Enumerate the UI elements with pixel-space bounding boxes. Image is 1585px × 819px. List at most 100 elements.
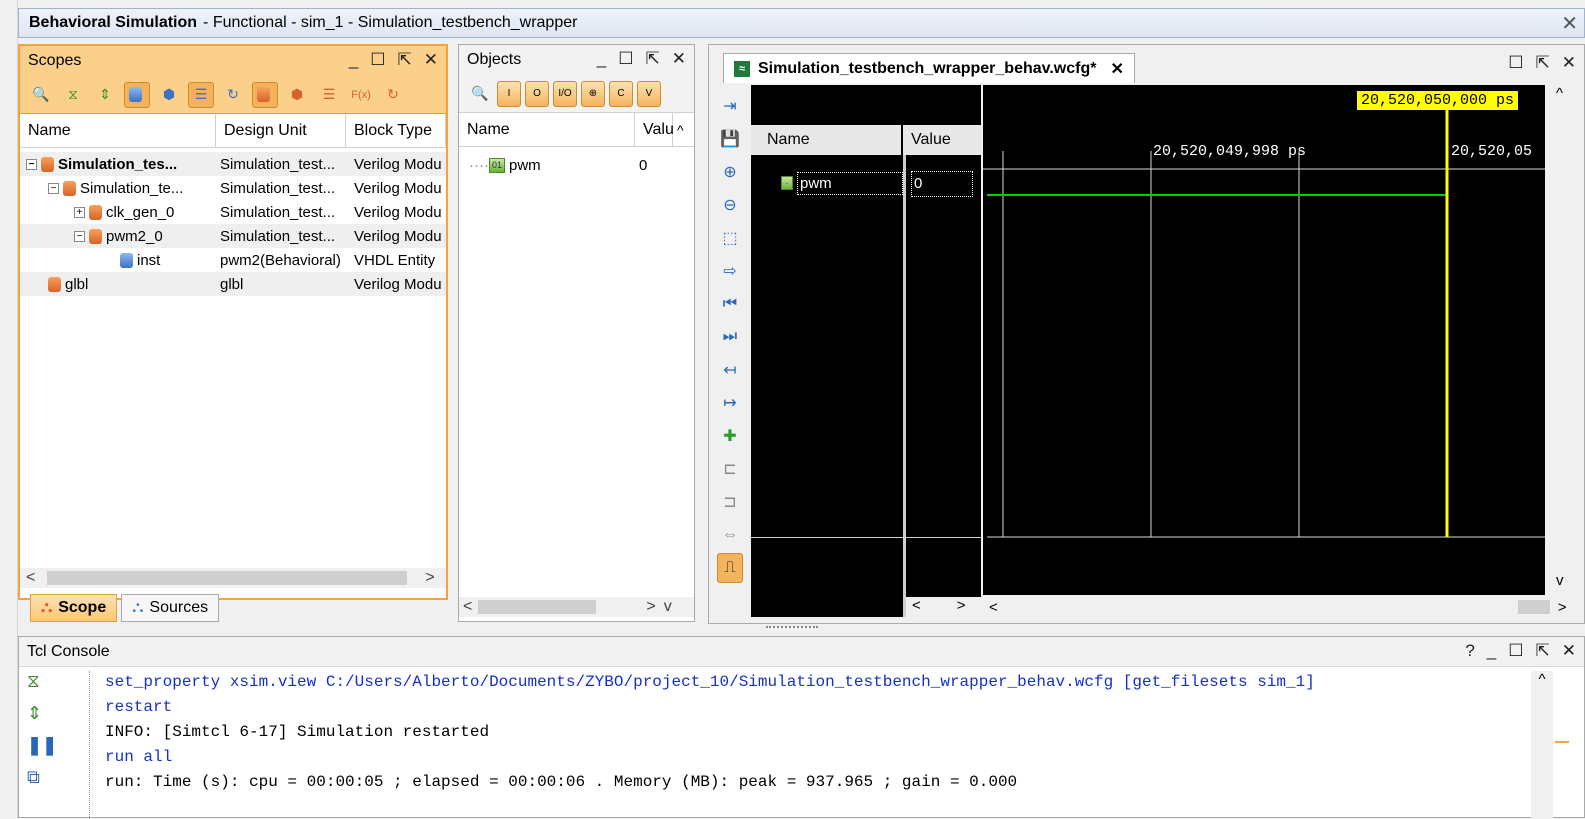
- scroll-left-icon[interactable]: <: [26, 569, 35, 587]
- variable-filter-icon[interactable]: V: [637, 80, 661, 107]
- col-value[interactable]: Valu: [635, 113, 674, 146]
- zoom-fit-icon[interactable]: ⬚: [717, 223, 743, 253]
- scroll-right-icon[interactable]: >: [425, 569, 434, 587]
- scroll-right-icon[interactable]: >: [646, 598, 655, 616]
- scroll-up-icon[interactable]: ^: [1556, 85, 1584, 102]
- tree-row[interactable]: − Simulation_te... Simulation_test... Ver…: [20, 176, 446, 200]
- waveform-vscrollbar[interactable]: ^ v: [1546, 85, 1584, 597]
- collapse-icon[interactable]: −: [26, 159, 37, 171]
- tree-row[interactable]: − Simulation_tes... Simulation_test... Ve…: [20, 152, 446, 176]
- minimize-icon[interactable]: _: [597, 49, 606, 69]
- expand-all-icon[interactable]: ⇕: [92, 82, 118, 108]
- close-icon[interactable]: ✕: [1561, 11, 1578, 36]
- verilog-block-filter-icon[interactable]: ☰: [316, 82, 342, 108]
- maximize-icon[interactable]: ☐: [1508, 641, 1523, 661]
- search-icon[interactable]: 🔍: [467, 81, 493, 107]
- float-icon[interactable]: ⇱: [1536, 641, 1550, 661]
- close-icon[interactable]: ✕: [1110, 59, 1123, 79]
- objects-hscrollbar[interactable]: < > v: [459, 597, 694, 617]
- float-icon[interactable]: ⇱: [646, 49, 660, 69]
- tree-row[interactable]: glbl glbl Verilog Modu: [20, 272, 446, 296]
- swap-cursors-icon[interactable]: ⇔: [717, 520, 743, 550]
- scroll-right-icon[interactable]: >: [957, 597, 966, 617]
- maximize-icon[interactable]: ☐: [618, 49, 633, 69]
- col-name[interactable]: Name: [20, 114, 216, 147]
- previous-marker-icon[interactable]: ⊏: [717, 454, 743, 484]
- next-marker-icon[interactable]: ⊐: [717, 487, 743, 517]
- waveform-tab[interactable]: ≈ Simulation_testbench_wrapper_behav.wcf…: [723, 53, 1135, 83]
- add-marker-icon[interactable]: ✚: [717, 421, 743, 451]
- maximize-icon[interactable]: ☐: [370, 50, 385, 70]
- scopes-hscrollbar[interactable]: < >: [20, 568, 446, 588]
- col-block-type[interactable]: Block Type: [346, 114, 446, 147]
- collapse-icon[interactable]: −: [74, 231, 85, 243]
- waveform-hscrollbar[interactable]: < >: [983, 597, 1583, 617]
- scroll-thumb[interactable]: [47, 571, 408, 585]
- splitter-grip[interactable]: [766, 626, 818, 630]
- tree-row[interactable]: inst pwm2(Behavioral) VHDL Entity: [20, 248, 446, 272]
- close-icon[interactable]: ✕: [672, 49, 686, 69]
- zoom-to-cursor-icon[interactable]: ⇨: [717, 256, 743, 286]
- cursor-time-label[interactable]: 20,520,050,000 ps: [1357, 91, 1519, 110]
- tab-sources[interactable]: ⛬ Sources: [121, 594, 220, 622]
- function-filter-icon[interactable]: F(x): [348, 82, 374, 108]
- snap-to-transition-icon[interactable]: ⎍: [717, 553, 743, 583]
- waveform-area[interactable]: 20,520,050,000 ps 20,520,049,998 ps 20,5…: [983, 85, 1545, 595]
- scroll-thumb[interactable]: [478, 600, 597, 614]
- col-name[interactable]: Name: [751, 125, 903, 155]
- minimize-icon[interactable]: _: [349, 50, 358, 70]
- search-icon[interactable]: 🔍: [28, 82, 54, 108]
- close-icon[interactable]: ✕: [1562, 641, 1576, 661]
- go-to-end-icon[interactable]: ⏭: [717, 322, 743, 352]
- next-transition-icon[interactable]: ↦: [717, 388, 743, 418]
- scroll-down-icon[interactable]: v: [1556, 572, 1584, 589]
- internal-signal-filter-icon[interactable]: ⊕: [581, 80, 605, 107]
- constant-filter-icon[interactable]: C: [609, 80, 633, 107]
- value-hscrollbar[interactable]: < >: [906, 597, 981, 617]
- col-value[interactable]: Value: [903, 125, 979, 155]
- expand-icon[interactable]: +: [74, 207, 85, 219]
- package-filter-icon[interactable]: ⬢: [156, 82, 182, 108]
- expand-all-icon[interactable]: ⇕: [27, 703, 53, 735]
- pause-icon[interactable]: ❚❚: [27, 735, 57, 767]
- tree-row[interactable]: − pwm2_0 Simulation_test... Verilog Modu: [20, 224, 446, 248]
- collapse-icon[interactable]: −: [48, 183, 59, 195]
- scroll-up-icon[interactable]: ^: [673, 122, 684, 138]
- collapse-all-icon[interactable]: ⧖: [27, 671, 53, 703]
- close-icon[interactable]: ✕: [424, 50, 438, 70]
- zoom-out-icon[interactable]: ⊖: [717, 190, 743, 220]
- float-icon[interactable]: ⇱: [1536, 53, 1550, 73]
- collapse-all-icon[interactable]: ⧖: [60, 82, 86, 108]
- scroll-up-icon[interactable]: ^: [1531, 671, 1553, 688]
- maximize-icon[interactable]: ☐: [1508, 53, 1523, 73]
- goto-cursor-icon[interactable]: ⇥: [717, 91, 743, 121]
- output-filter-icon[interactable]: O: [525, 80, 549, 107]
- wave-signal-row[interactable]: · pwm: [781, 169, 903, 197]
- block-filter-icon[interactable]: ☰: [188, 81, 214, 108]
- tcl-vscrollbar[interactable]: ^: [1531, 671, 1553, 819]
- object-row[interactable]: ···· 01 pwm 0: [459, 153, 694, 177]
- minimize-icon[interactable]: _: [1487, 641, 1496, 661]
- scroll-down-icon[interactable]: v: [664, 598, 672, 616]
- verilog-process-filter-icon[interactable]: ↻: [380, 82, 406, 108]
- scroll-left-icon[interactable]: <: [463, 598, 472, 616]
- copy-icon[interactable]: ⧉: [27, 767, 53, 799]
- help-icon[interactable]: ?: [1465, 641, 1474, 661]
- col-name[interactable]: Name: [459, 113, 635, 146]
- scroll-left-icon[interactable]: <: [989, 599, 998, 616]
- input-filter-icon[interactable]: I: [497, 80, 521, 107]
- col-design-unit[interactable]: Design Unit: [216, 114, 346, 147]
- close-icon[interactable]: ✕: [1562, 53, 1576, 73]
- tree-row[interactable]: + clk_gen_0 Simulation_test... Verilog Mo…: [20, 200, 446, 224]
- zoom-in-icon[interactable]: ⊕: [717, 157, 743, 187]
- scroll-left-icon[interactable]: <: [912, 597, 921, 617]
- scroll-right-icon[interactable]: >: [1558, 599, 1567, 616]
- verilog-package-filter-icon[interactable]: ⬢: [284, 82, 310, 108]
- previous-transition-icon[interactable]: ↤: [717, 355, 743, 385]
- verilog-module-filter-icon[interactable]: [252, 81, 278, 108]
- go-to-start-icon[interactable]: ⏮: [717, 289, 743, 319]
- process-filter-icon[interactable]: ↻: [220, 82, 246, 108]
- save-icon[interactable]: 💾: [717, 124, 743, 154]
- scroll-thumb[interactable]: [1517, 600, 1550, 614]
- float-icon[interactable]: ⇱: [398, 50, 412, 70]
